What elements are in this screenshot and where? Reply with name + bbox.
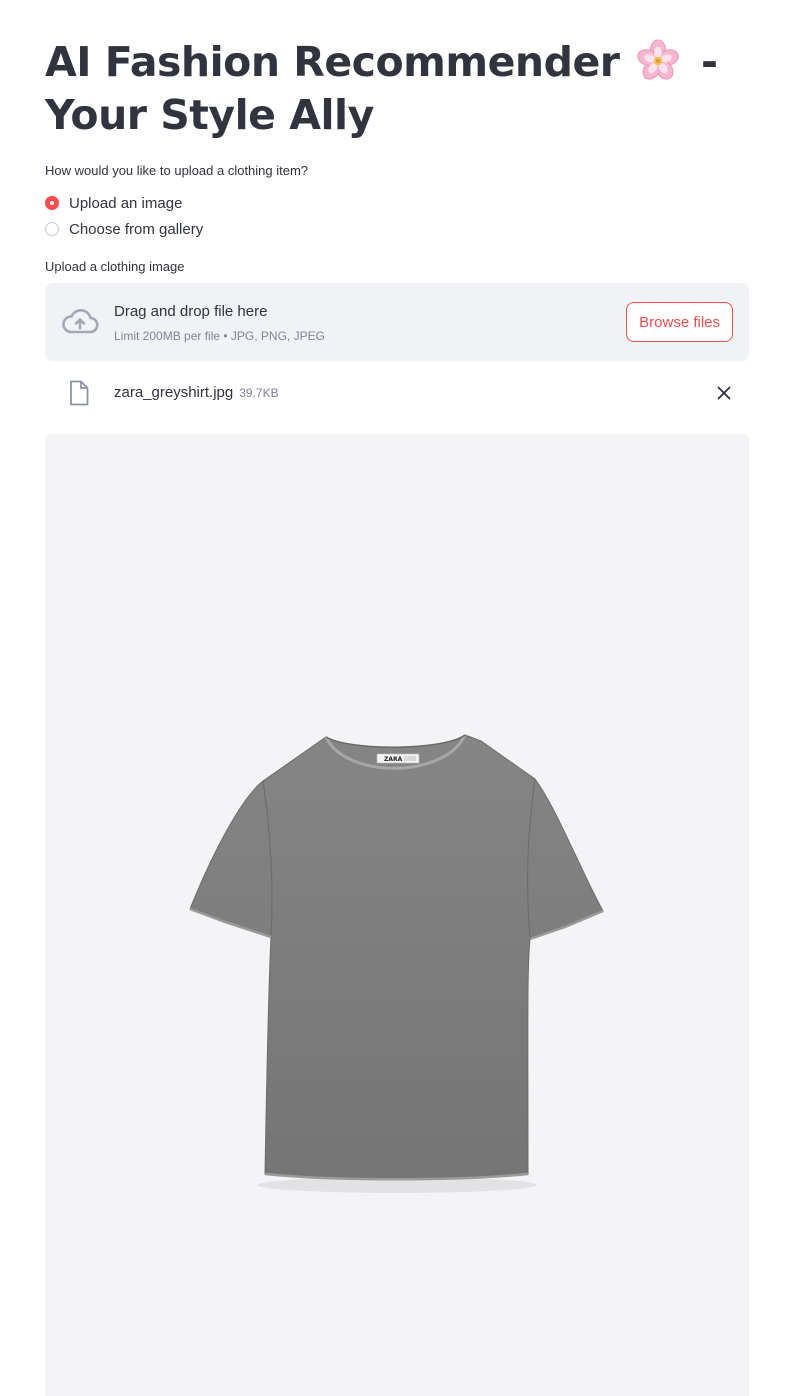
close-icon[interactable] [713,382,735,404]
shirt-brand-label: ZARA [384,756,403,763]
page-title: AI Fashion Recommender - Your Style Ally [45,36,765,142]
radio-selected-indicator[interactable] [45,196,59,210]
uploaded-file-name-block: zara_greyshirt.jpg 39.7KB [114,384,279,401]
radio-label-choose-gallery: Choose from gallery [69,220,204,238]
grey-t-shirt-image: ZARA [189,734,604,1193]
radio-unselected-indicator[interactable] [45,222,59,236]
uploaded-file-name: zara_greyshirt.jpg [114,384,234,401]
app-page: AI Fashion Recommender - Your Style Ally… [0,0,806,1396]
upload-method-radio-group: Upload an image Choose from gallery [45,190,203,242]
file-uploader-label: Upload a clothing image [45,259,185,274]
cloud-upload-icon [62,309,99,334]
upload-method-question: How would you like to upload a clothing … [45,163,309,178]
radio-option-upload-image[interactable]: Upload an image [45,190,203,216]
dropzone-file-limits: Limit 200MB per file • JPG, PNG, JPEG [114,329,325,343]
title-text-main: AI Fashion Recommender [45,38,620,86]
browse-files-button[interactable]: Browse files [626,302,733,342]
uploaded-file-size: 39.7KB [239,386,279,400]
uploaded-file-row: zara_greyshirt.jpg 39.7KB [45,374,749,412]
radio-option-choose-gallery[interactable]: Choose from gallery [45,216,203,242]
file-icon [70,380,89,406]
cherry-blossom-icon [637,39,679,80]
file-dropzone[interactable]: Drag and drop file here Limit 200MB per … [45,283,749,361]
uploaded-image-preview: ZARA [45,434,749,1396]
radio-label-upload-image: Upload an image [69,194,183,212]
dropzone-instructions: Drag and drop file here [114,303,268,320]
